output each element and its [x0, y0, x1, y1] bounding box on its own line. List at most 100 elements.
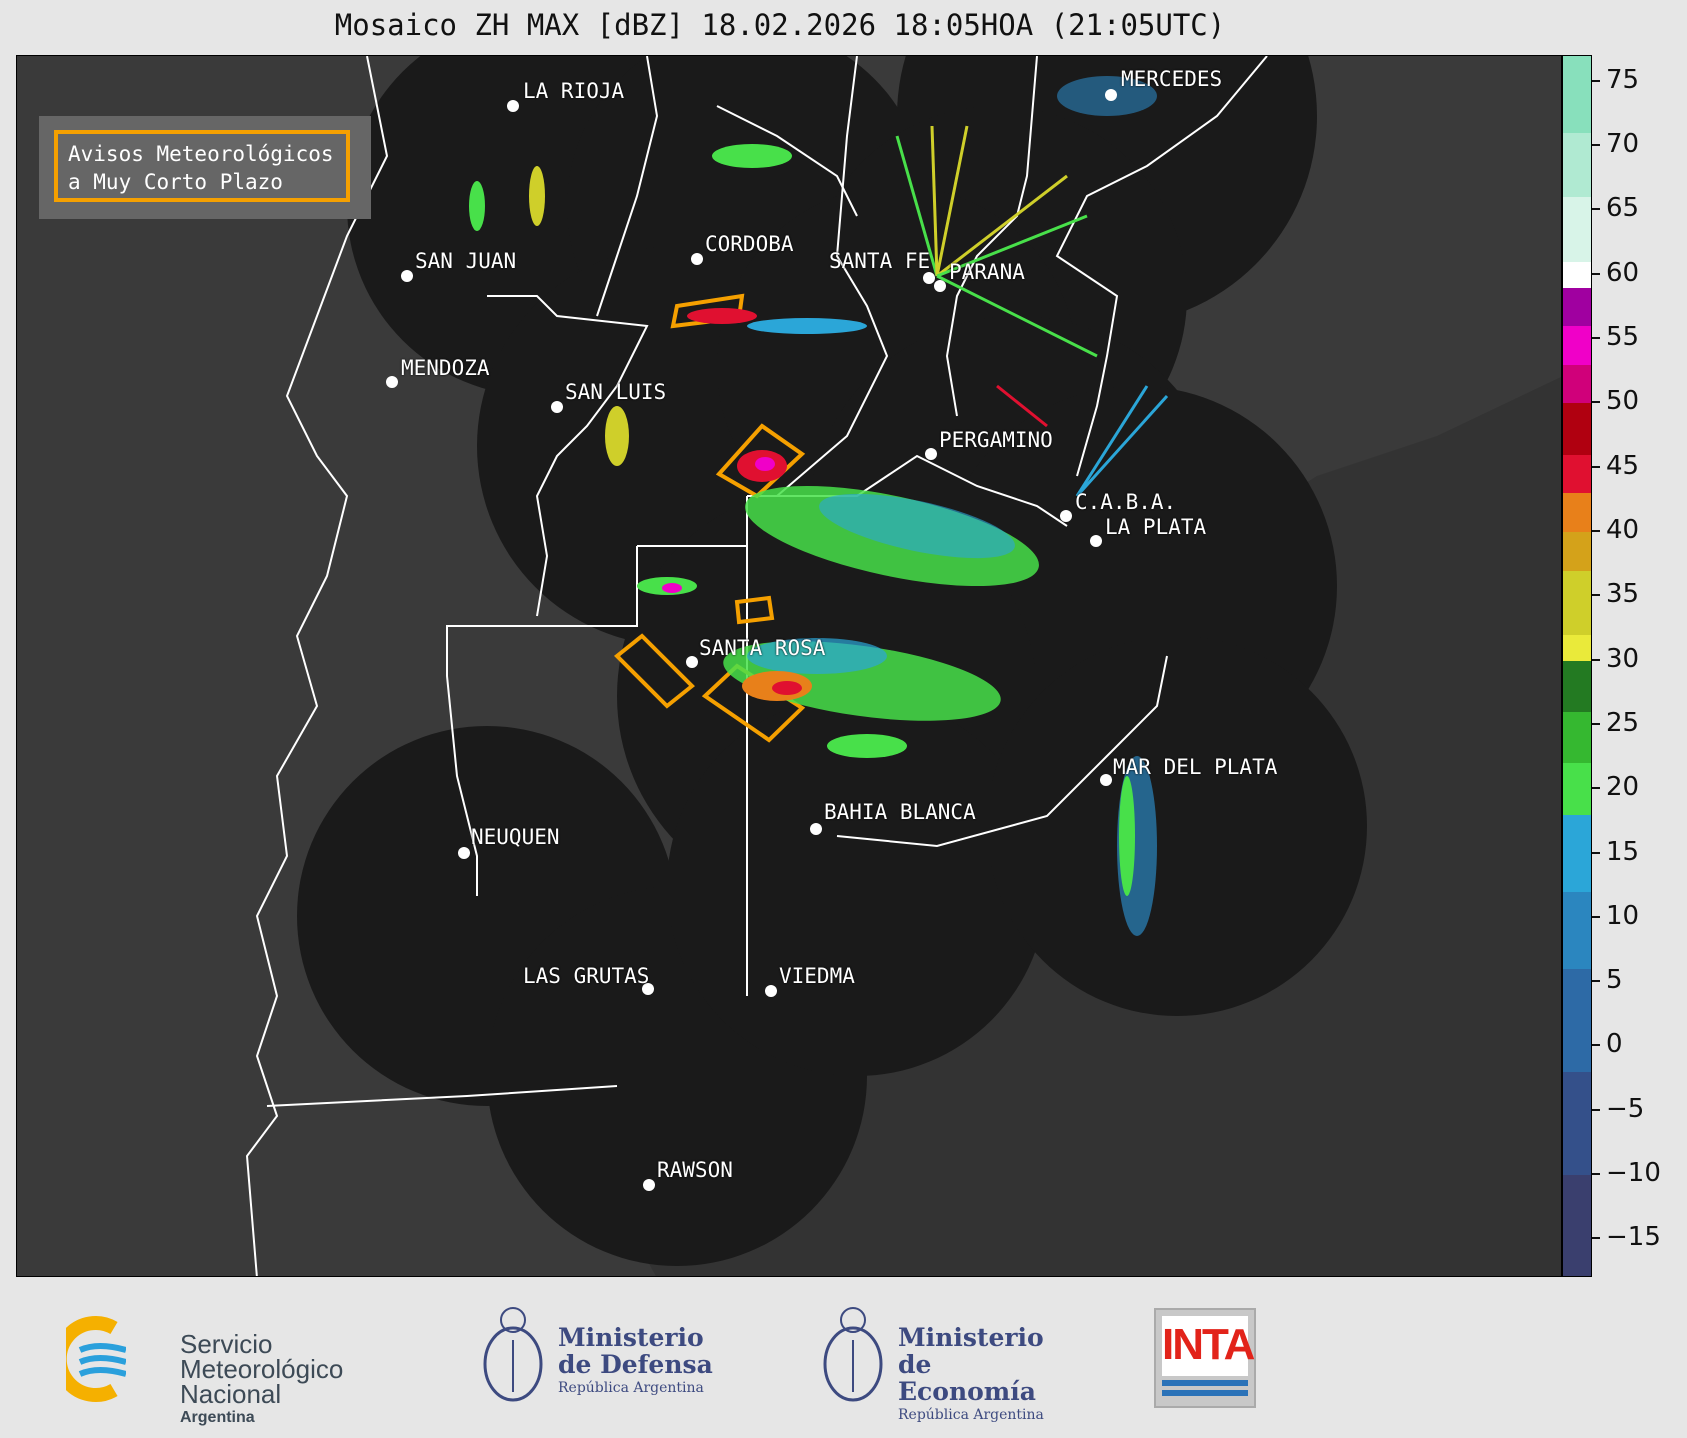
- city-label: SANTA ROSA: [699, 636, 826, 660]
- colorbar-ticks: 75 70 65 60 55 50 45 40 35 30 25 20 15 10 5 0 −5 −10 −15: [1592, 55, 1687, 1277]
- map-title: Mosaico ZH MAX [dBZ] 18.02.2026 18:05HOA…: [334, 8, 1226, 42]
- city-dot: [1060, 510, 1072, 522]
- colorbar-tick-label: 45: [1606, 450, 1640, 481]
- city-label: SAN LUIS: [565, 380, 667, 404]
- colorbar-segment: [1563, 570, 1591, 635]
- colorbar-tick-label: 5: [1606, 965, 1623, 996]
- city-label: VIEDMA: [779, 964, 855, 988]
- city-label: LA PLATA: [1105, 515, 1207, 539]
- ministerio-economia-logo: Ministerio de Economía República Argenti…: [818, 1300, 1068, 1423]
- colorbar: [1562, 55, 1592, 1277]
- legend-panel: Avisos Meteorológicos a Muy Corto Plazo: [39, 116, 371, 219]
- colorbar-segment: [1563, 660, 1591, 712]
- city-label: NEUQUEN: [471, 825, 560, 849]
- city-label: RAWSON: [657, 1158, 733, 1182]
- colorbar-segment: [1563, 712, 1591, 764]
- colorbar-tick-label: 40: [1606, 514, 1640, 545]
- colorbar-segment: [1563, 1175, 1591, 1276]
- mineco-line-2: de Economía: [898, 1350, 1036, 1406]
- city-dot: [507, 100, 519, 112]
- city-label: PARANA: [949, 260, 1025, 284]
- colorbar-tick-label: 15: [1606, 836, 1640, 867]
- city-label: LAS GRUTAS: [523, 964, 650, 988]
- city-label: MAR DEL PLATA: [1113, 755, 1278, 779]
- inta-text: INTA: [1162, 1320, 1255, 1369]
- smn-emblem-icon: [66, 1316, 126, 1402]
- colorbar-tick-label: 65: [1606, 193, 1640, 224]
- colorbar-tick-label: 70: [1606, 129, 1640, 160]
- city-label: LA RIOJA: [523, 79, 625, 103]
- city-dot: [386, 376, 398, 388]
- city-dot: [643, 1179, 655, 1191]
- colorbar-tick-label: 10: [1606, 900, 1640, 931]
- colorbar-tick-label: 25: [1606, 707, 1640, 738]
- colorbar-segment: [1563, 892, 1591, 970]
- colorbar-segment: [1563, 287, 1591, 327]
- city-dot: [1105, 89, 1117, 101]
- smn-wordmark: Servicio Meteorológico Nacional Argentin…: [180, 1331, 343, 1429]
- colorbar-segment: [1563, 454, 1591, 494]
- colorbar-tick-label: 35: [1606, 579, 1640, 610]
- city-dot: [686, 656, 698, 668]
- smn-logo: Servicio Meteorológico Nacional Argentin…: [66, 1306, 386, 1426]
- mineco-line-3: República Argentina: [898, 1407, 1044, 1423]
- mineco-line-1: Ministerio: [898, 1323, 1044, 1352]
- colorbar-tick-label: 30: [1606, 643, 1640, 674]
- colorbar-segment: [1563, 531, 1591, 571]
- colorbar-tick-label: 75: [1606, 64, 1640, 95]
- colorbar-segment: [1563, 326, 1591, 365]
- city-dot: [458, 847, 470, 859]
- radar-map[interactable]: Avisos Meteorológicos a Muy Corto Plazo …: [16, 55, 1562, 1277]
- colorbar-segment: [1563, 56, 1591, 134]
- city-dot: [691, 253, 703, 265]
- city-label: PERGAMINO: [939, 428, 1053, 452]
- colorbar-segment: [1563, 133, 1591, 198]
- city-label: MERCEDES: [1121, 67, 1223, 91]
- legend-line-1: Avisos Meteorológicos: [68, 142, 334, 166]
- colorbar-segment: [1563, 403, 1591, 455]
- colorbar-tick-label: 50: [1606, 386, 1640, 417]
- city-dot: [934, 280, 946, 292]
- city-dot: [925, 448, 937, 460]
- city-dot: [765, 985, 777, 997]
- city-dot: [1100, 774, 1112, 786]
- city-label: BAHIA BLANCA: [824, 800, 976, 824]
- mindef-line-1: Ministerio: [558, 1323, 704, 1352]
- colorbar-segment: [1563, 634, 1591, 661]
- colorbar-tick-label: 20: [1606, 772, 1640, 803]
- colorbar-segment: [1563, 969, 1591, 1073]
- colorbar-tick-label: 55: [1606, 321, 1640, 352]
- smn-line-3: Nacional: [180, 1379, 282, 1409]
- national-seal-icon: [823, 1307, 883, 1402]
- city-label: SAN JUAN: [415, 249, 517, 273]
- colorbar-tick-label: 60: [1606, 257, 1640, 288]
- colorbar-tick-label: −10: [1606, 1158, 1661, 1189]
- city-label: CORDOBA: [705, 232, 794, 256]
- smn-line-4: Argentina: [180, 1409, 255, 1426]
- ministerio-defensa-logo: Ministerio de Defensa República Argentin…: [478, 1300, 718, 1418]
- city-label: MENDOZA: [401, 356, 490, 380]
- national-seal-icon: [483, 1307, 543, 1402]
- city-label: C.A.B.A.: [1075, 490, 1177, 514]
- city-dot: [551, 401, 563, 413]
- legend-warning-box: Avisos Meteorológicos a Muy Corto Plazo: [54, 130, 350, 202]
- colorbar-tick-label: 0: [1606, 1029, 1623, 1060]
- colorbar-segment: [1563, 197, 1591, 262]
- city-label: SANTA FE: [829, 249, 931, 273]
- city-dot: [401, 270, 413, 282]
- colorbar-tick-label: −15: [1606, 1222, 1661, 1253]
- legend-line-2: a Muy Corto Plazo: [68, 170, 283, 194]
- colorbar-segment: [1563, 814, 1591, 893]
- colorbar-segment: [1563, 763, 1591, 815]
- city-dot: [923, 272, 935, 284]
- footer-logos: Servicio Meteorológico Nacional Argentin…: [0, 1278, 1687, 1438]
- mindef-line-3: República Argentina: [558, 1380, 704, 1396]
- mindef-line-2: de Defensa: [558, 1350, 713, 1379]
- colorbar-segment: [1563, 261, 1591, 288]
- inta-logo: INTA: [1154, 1308, 1256, 1408]
- colorbar-segment: [1563, 493, 1591, 532]
- colorbar-segment: [1563, 364, 1591, 404]
- colorbar-tick-label: −5: [1606, 1093, 1645, 1124]
- city-dot: [1090, 535, 1102, 547]
- city-dot: [810, 823, 822, 835]
